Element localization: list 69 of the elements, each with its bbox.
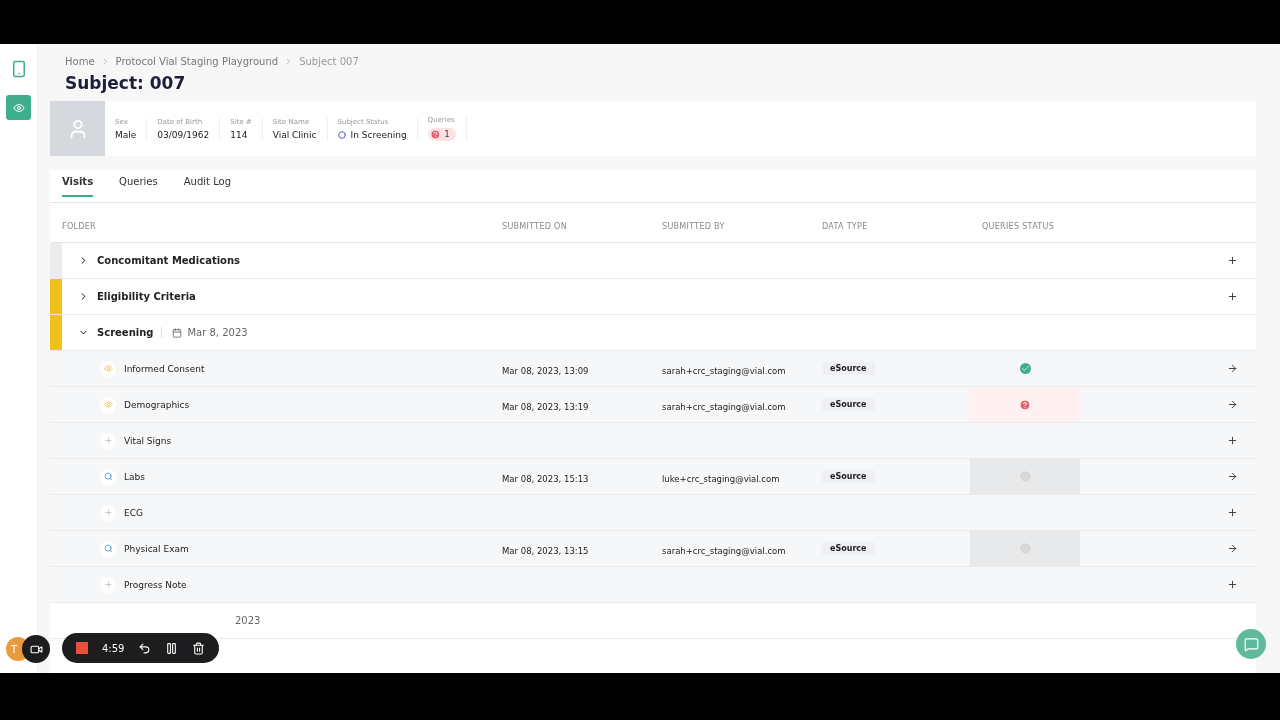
plus-icon <box>103 436 113 445</box>
question-icon <box>429 129 441 140</box>
column-header: QUERIES STATUS <box>982 222 1056 231</box>
add-button[interactable] <box>1227 255 1238 266</box>
empty-circle-icon <box>1019 471 1031 482</box>
field-value: 03/09/1962 <box>157 129 210 140</box>
breadcrumb-link[interactable]: Protocol Vial Staging Playground <box>115 56 279 67</box>
tab[interactable]: Visits <box>62 176 94 197</box>
pause-icon[interactable] <box>165 641 179 655</box>
column-header: FOLDER <box>62 222 97 231</box>
table-cell-text: sarah+crc_staging@vial.com <box>661 402 786 412</box>
add-button[interactable] <box>1227 579 1238 590</box>
add-button[interactable] <box>1227 435 1238 446</box>
empty-circle-icon <box>1019 543 1031 554</box>
status-ring-icon <box>337 130 346 139</box>
table-cell-text: luke+crc_staging@vial.com <box>661 474 780 484</box>
table-cell-text: Mar 08, 2023, 13:09 <box>501 366 589 376</box>
column-header: SUBMITTED ON <box>502 222 568 231</box>
table-cell-text: Mar 08, 2023, 13:15 <box>501 546 589 556</box>
add-button[interactable] <box>1227 291 1238 302</box>
field-value: Vial Clinic <box>272 129 317 140</box>
table-cell-text: Mar 08, 2023, 13:19 <box>501 402 589 412</box>
folder-date: 2023 <box>234 615 262 626</box>
data-type-tag: eSource <box>822 470 875 483</box>
undo-icon[interactable] <box>138 641 152 655</box>
table-cell-text: Mar 08, 2023, 15:13 <box>501 474 589 484</box>
form-name[interactable]: Labs <box>124 471 145 482</box>
eye-icon <box>103 400 113 409</box>
form-name[interactable]: Informed Consent <box>124 363 205 374</box>
folder-name[interactable]: Eligibility Criteria <box>97 291 196 302</box>
search-icon <box>103 544 113 553</box>
search-icon <box>103 472 113 481</box>
breadcrumb-link[interactable]: Home <box>65 56 95 67</box>
column-header: SUBMITTED BY <box>662 222 726 231</box>
form-name[interactable]: ECG <box>124 507 143 518</box>
calendar-icon <box>172 327 183 338</box>
plus-icon <box>103 580 113 589</box>
folder-date: Mar 8, 2023 <box>161 327 248 338</box>
check-circle-icon <box>1019 363 1031 374</box>
table-cell-text: sarah+crc_staging@vial.com <box>661 546 786 556</box>
eye-icon <box>103 364 113 373</box>
recording-time: 4:59 <box>102 642 125 654</box>
question-icon <box>1019 398 1031 411</box>
chat-bubble-icon <box>1243 636 1259 652</box>
column-header: DATA TYPE <box>822 222 869 231</box>
add-button[interactable] <box>1227 507 1238 518</box>
tab[interactable]: Queries <box>119 176 158 197</box>
form-name[interactable]: Progress Note <box>124 579 187 590</box>
plus-icon <box>103 508 113 517</box>
queries-badge: 1 <box>427 128 456 141</box>
folder-name[interactable]: Concomitant Medications <box>97 255 241 266</box>
data-type-tag: eSource <box>822 398 875 411</box>
folder-name[interactable]: Screening <box>97 327 154 338</box>
field-value: In Screening <box>337 129 407 140</box>
data-type-tag: eSource <box>822 362 875 375</box>
table-cell-text: sarah+crc_staging@vial.com <box>661 366 786 376</box>
open-arrow-button[interactable] <box>1227 543 1238 554</box>
open-arrow-button[interactable] <box>1227 363 1238 374</box>
tab[interactable]: Audit Log <box>183 176 231 197</box>
field-value: Male <box>115 129 137 140</box>
form-name[interactable]: Demographics <box>124 399 190 410</box>
open-arrow-button[interactable] <box>1227 471 1238 482</box>
data-type-tag: eSource <box>822 542 875 555</box>
form-name[interactable]: Physical Exam <box>124 543 189 554</box>
trash-icon[interactable] <box>192 641 206 655</box>
page-title: Subject: 007 <box>65 73 187 93</box>
field-value: 114 <box>230 129 249 140</box>
open-arrow-button[interactable] <box>1227 399 1238 410</box>
form-name[interactable]: Vital Signs <box>124 435 172 446</box>
